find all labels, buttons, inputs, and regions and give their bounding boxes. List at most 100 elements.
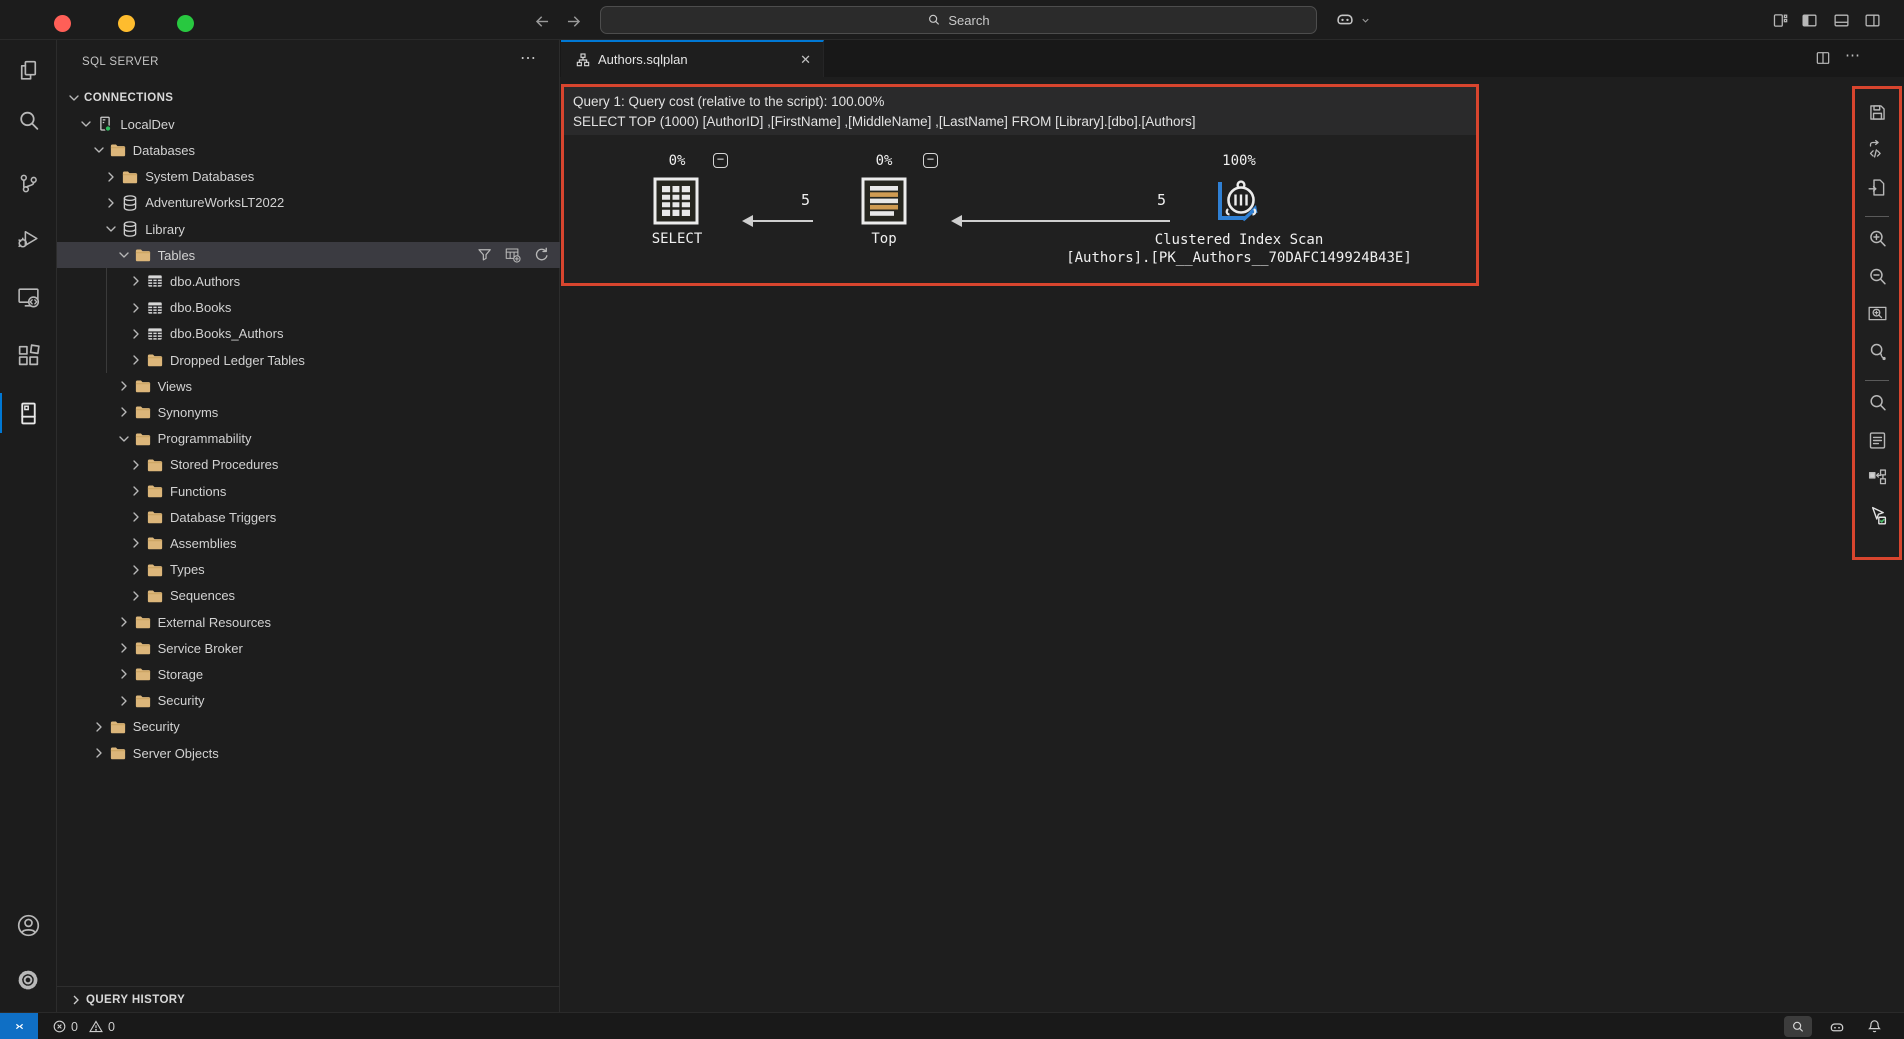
statusbar-copilot-button[interactable] (1828, 1013, 1846, 1039)
tree-item-types[interactable]: Types (57, 557, 560, 583)
tree-item-security[interactable]: Security (57, 714, 560, 740)
search-icon (16, 108, 41, 133)
tree-item-label: Views (157, 378, 193, 394)
toggle-secondary-sidebar-button[interactable] (1864, 12, 1881, 29)
tree-item-functions[interactable]: Functions (57, 478, 560, 504)
tree-item-label: Server Objects (132, 745, 219, 761)
folder-icon (134, 692, 152, 710)
tree-item-views[interactable]: Views (57, 373, 560, 399)
tree-item-database-triggers[interactable]: Database Triggers (57, 504, 560, 530)
navigate-back-button[interactable] (533, 12, 552, 31)
tree-item-label: Dropped Ledger Tables (170, 352, 305, 368)
top-node-collapse-button[interactable]: − (923, 153, 938, 168)
search-placeholder: Search (948, 12, 990, 28)
query-text-line: SELECT TOP (1000) [AuthorID] ,[FirstName… (573, 114, 1196, 129)
tree-item-label: Types (170, 562, 205, 578)
traffic-zoom-button[interactable] (177, 15, 194, 32)
copilot-menu-button[interactable] (1334, 8, 1356, 30)
tree-item-dbo-books[interactable]: dbo.Books (57, 295, 560, 321)
folder-icon (134, 403, 152, 421)
copilot-icon (1337, 14, 1353, 25)
navigate-forward-button[interactable] (564, 12, 583, 31)
tree-item-storage[interactable]: Storage (57, 661, 560, 687)
zoom-out-button[interactable] (1855, 261, 1899, 291)
open-query-button[interactable] (1855, 172, 1899, 202)
filter-icon[interactable] (476, 246, 494, 264)
editor-area: Authors.sqlplan ✕ ⋯ Query 1: Query cost … (560, 40, 1904, 1012)
editor-more-actions-button[interactable]: ⋯ (1845, 46, 1860, 64)
query-history-section[interactable]: QUERY HISTORY (57, 986, 560, 1012)
tree-item-adventureworkslt2022[interactable]: AdventureWorksLT2022 (57, 190, 560, 216)
tree-item-security[interactable]: Security (57, 688, 560, 714)
select-operator-icon[interactable] (653, 177, 699, 225)
tree-item-service-broker[interactable]: Service Broker (57, 635, 560, 661)
design-icon[interactable] (504, 246, 522, 264)
save-plan-button[interactable] (1855, 97, 1899, 127)
properties-button[interactable] (1855, 425, 1899, 455)
refresh-icon[interactable] (532, 246, 550, 264)
tree-item-dbo-authors[interactable]: dbo.Authors (57, 268, 560, 294)
tree-item-system-databases[interactable]: System Databases (57, 164, 560, 190)
table-icon (146, 299, 164, 317)
tree-item-databases[interactable]: Databases (57, 137, 560, 163)
activity-bar-item-sql-server[interactable] (0, 391, 56, 435)
find-node-button[interactable] (1855, 388, 1899, 418)
tree-item-localdev[interactable]: LocalDev (57, 111, 560, 137)
top-operator-icon[interactable] (861, 177, 907, 225)
customize-layout-button[interactable] (1772, 12, 1789, 29)
activity-bar-item-extensions[interactable] (0, 333, 56, 377)
activity-bar-item-run-and-debug[interactable] (0, 216, 56, 260)
remote-indicator-button[interactable] (0, 1013, 38, 1039)
activity-bar-item-accounts[interactable] (0, 903, 56, 947)
tree-item-assemblies[interactable]: Assemblies (57, 530, 560, 556)
tree-item-programmability[interactable]: Programmability (57, 426, 560, 452)
sidebar-more-actions-button[interactable]: ⋯ (520, 48, 536, 68)
activity-bar-item-source-control[interactable] (0, 161, 56, 205)
tree-item-stored-procedures[interactable]: Stored Procedures (57, 452, 560, 478)
errors-icon (53, 1020, 66, 1033)
tab-close-button[interactable]: ✕ (800, 52, 811, 68)
tree-section-connections[interactable]: CONNECTIONS (57, 85, 560, 111)
statusbar-search-button[interactable] (1784, 1016, 1812, 1037)
activity-bar-item-search[interactable] (0, 98, 56, 142)
tree-item-external-resources[interactable]: External Resources (57, 609, 560, 635)
show-query-xml-button[interactable] (1855, 135, 1899, 165)
tree-item-dbo-books-authors[interactable]: dbo.Books_Authors (57, 321, 560, 347)
toggle-panel-button[interactable] (1833, 12, 1850, 29)
server-icon (96, 115, 114, 133)
zoom-in-button[interactable] (1855, 224, 1899, 254)
toggle-primary-sidebar-button[interactable] (1801, 12, 1818, 29)
problems-indicator[interactable]: 0 0 (52, 1013, 115, 1039)
tree-item-dropped-ledger-tables[interactable]: Dropped Ledger Tables (57, 347, 560, 373)
split-editor-button[interactable] (1815, 50, 1831, 66)
chevron-right-icon (128, 562, 144, 578)
tree-item-label: CONNECTIONS (84, 92, 174, 105)
select-node-collapse-button[interactable]: − (713, 153, 728, 168)
edge-line[interactable] (961, 220, 1170, 222)
activity-bar-item-explorer[interactable] (0, 48, 56, 92)
clustered-index-scan-operator-icon[interactable] (1215, 176, 1263, 227)
notifications-bell-button[interactable] (1866, 1013, 1883, 1039)
traffic-minimize-button[interactable] (118, 15, 135, 32)
activity-bar-item-settings[interactable] (0, 958, 56, 1002)
highlight-expensive-operation-button[interactable] (1855, 463, 1899, 493)
tree-item-synonyms[interactable]: Synonyms (57, 399, 560, 425)
tab-authors-sqlplan[interactable]: Authors.sqlplan ✕ (561, 40, 824, 77)
activity-bar-item-remote-explorer[interactable] (0, 275, 56, 319)
toggle-tooltips-button[interactable] (1855, 500, 1899, 530)
run-and-debug-icon (16, 226, 41, 251)
copilot-chevron-icon[interactable] (1360, 15, 1371, 26)
tree-item-server-objects[interactable]: Server Objects (57, 740, 560, 766)
tree-item-sequences[interactable]: Sequences (57, 583, 560, 609)
traffic-close-button[interactable] (54, 15, 71, 32)
tree-item-label: Database Triggers (170, 509, 277, 525)
remote-icon (15, 1023, 23, 1030)
zoom-to-fit-button[interactable] (1855, 299, 1899, 329)
tree-item-label: Security (132, 719, 180, 735)
chevron-right-icon (128, 273, 144, 289)
tree-indent-guide (106, 268, 107, 373)
command-center-search[interactable]: Search (600, 6, 1317, 34)
folder-icon (146, 587, 164, 605)
edge-line[interactable] (752, 220, 813, 222)
custom-zoom-button[interactable] (1855, 336, 1899, 366)
